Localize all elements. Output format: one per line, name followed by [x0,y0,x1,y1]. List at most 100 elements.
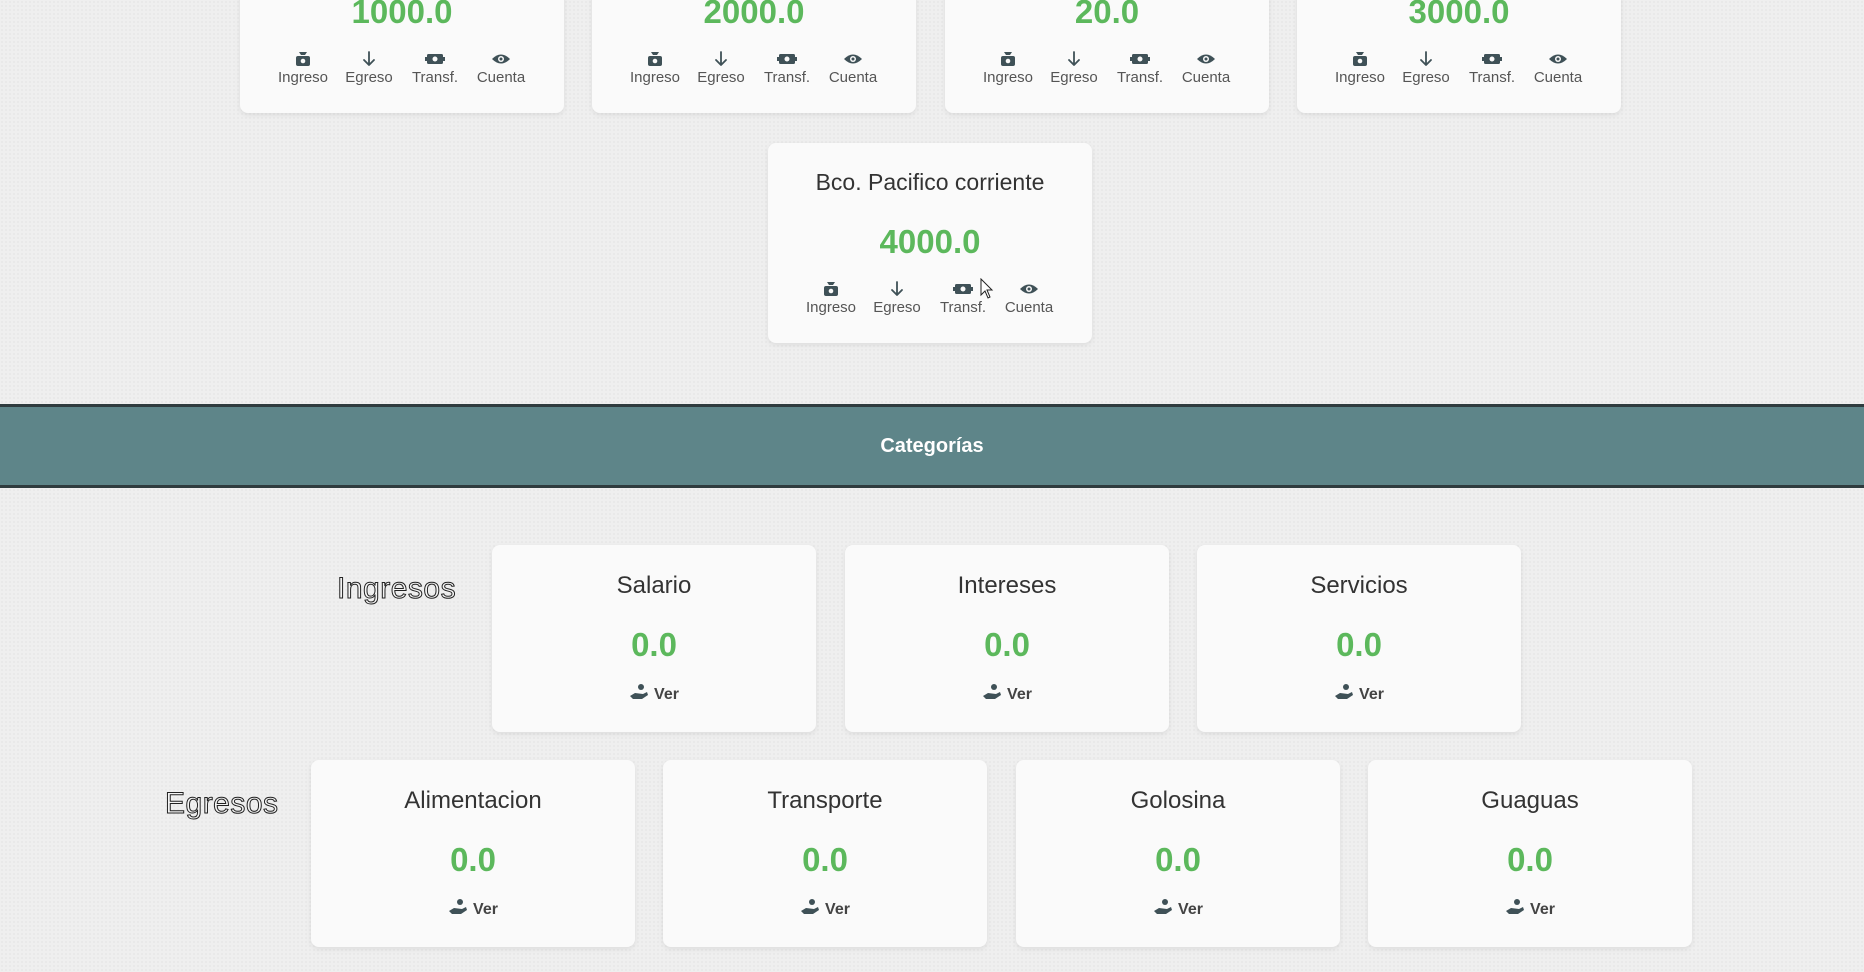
hand-money-icon [1505,898,1525,921]
expense-button[interactable]: Egreso [1044,50,1104,86]
income-button[interactable]: Ingreso [273,50,333,86]
account-actions: Ingreso Egreso Transf. Cuenta [945,50,1269,86]
income-label: Ingreso [629,69,681,86]
mouse-cursor-icon [980,277,994,305]
view-label: Ver [1178,900,1203,918]
money-bag-icon [646,50,664,68]
transfer-label: Transf. [411,69,459,86]
view-account-button[interactable]: Cuenta [471,50,531,86]
eye-icon [491,50,511,68]
arrow-down-icon [361,50,377,68]
transfer-money-icon [953,280,973,298]
category-card: Golosina 0.0 Ver [1016,760,1340,947]
category-name: Intereses [957,572,1057,599]
account-label: Cuenta [1004,299,1054,316]
category-amount: 0.0 [1336,626,1382,663]
transfer-money-icon [425,50,445,68]
transfer-money-icon [1482,50,1502,68]
category-name: Servicios [1310,572,1408,599]
money-bag-icon [1351,50,1369,68]
expense-label: Egreso [1402,69,1450,86]
view-category-button[interactable]: Ver [311,898,635,921]
view-category-button[interactable]: Ver [663,898,987,921]
income-button[interactable]: Ingreso [1330,50,1390,86]
category-card: Servicios 0.0 Ver [1197,545,1521,732]
view-category-button[interactable]: Ver [1368,898,1692,921]
category-amount: 0.0 [450,841,496,878]
view-label: Ver [1530,900,1555,918]
view-label: Ver [825,900,850,918]
transfer-money-icon [1130,50,1150,68]
view-category-button[interactable]: Ver [1016,898,1340,921]
transfer-button[interactable]: Transf. [405,50,465,86]
income-button[interactable]: Ingreso [625,50,685,86]
expense-button[interactable]: Egreso [339,50,399,86]
arrow-down-icon [1066,50,1082,68]
view-account-button[interactable]: Cuenta [823,50,883,86]
view-label: Ver [654,685,679,703]
expense-button[interactable]: Egreso [1396,50,1456,86]
arrow-down-icon [713,50,729,68]
money-bag-icon [999,50,1017,68]
categories-title: Categorías [880,434,984,457]
income-label: Ingreso [1334,69,1386,86]
transfer-button[interactable]: Transf. [757,50,817,86]
transfer-button[interactable]: Transf. [1110,50,1170,86]
income-section-label: Ingresos [336,572,457,606]
arrow-down-icon [1418,50,1434,68]
category-card: Salario 0.0 Ver [492,545,816,732]
income-label: Ingreso [277,69,329,86]
view-label: Ver [1359,685,1384,703]
eye-icon [1548,50,1568,68]
hand-money-icon [800,898,820,921]
account-card: Bco. Pacifico corriente 4000.0 Ingreso E… [768,143,1092,343]
account-balance: 2000.0 [703,0,805,30]
income-label: Ingreso [982,69,1034,86]
expense-button[interactable]: Egreso [691,50,751,86]
category-amount: 0.0 [802,841,848,878]
account-card: 3000.0 Ingreso Egreso Transf. Cuenta [1297,0,1621,113]
account-actions: Ingreso Egreso Transf. Cuenta [592,50,916,86]
account-card: 1000.0 Ingreso Egreso Transf. Cuenta [240,0,564,113]
eye-icon [843,50,863,68]
expense-label: Egreso [345,69,393,86]
view-category-button[interactable]: Ver [492,683,816,706]
arrow-down-icon [889,280,905,298]
transfer-button[interactable]: Transf. [1462,50,1522,86]
hand-money-icon [982,683,1002,706]
category-card: Intereses 0.0 Ver [845,545,1169,732]
transfer-label: Transf. [1468,69,1516,86]
account-balance: 1000.0 [351,0,453,30]
income-button[interactable]: Ingreso [978,50,1038,86]
category-card: Guaguas 0.0 Ver [1368,760,1692,947]
view-label: Ver [473,900,498,918]
category-name: Salario [616,572,692,599]
transfer-label: Transf. [763,69,811,86]
category-amount: 0.0 [984,626,1030,663]
account-card: 20.0 Ingreso Egreso Transf. Cuenta [945,0,1269,113]
account-actions: Ingreso Egreso Transf. Cuenta [768,280,1092,316]
expense-button[interactable]: Egreso [867,280,927,316]
income-button[interactable]: Ingreso [801,280,861,316]
view-category-button[interactable]: Ver [1197,683,1521,706]
view-account-button[interactable]: Cuenta [999,280,1059,316]
hand-money-icon [629,683,649,706]
category-name: Golosina [1130,787,1226,814]
expense-section-label: Egresos [165,787,279,821]
account-label: Cuenta [476,69,526,86]
account-actions: Ingreso Egreso Transf. Cuenta [1297,50,1621,86]
expense-label: Egreso [1050,69,1098,86]
view-category-button[interactable]: Ver [845,683,1169,706]
view-account-button[interactable]: Cuenta [1176,50,1236,86]
view-account-button[interactable]: Cuenta [1528,50,1588,86]
category-name: Transporte [767,787,883,814]
expense-label: Egreso [697,69,745,86]
categories-banner: Categorías [0,404,1864,488]
money-bag-icon [294,50,312,68]
income-label: Ingreso [805,299,857,316]
eye-icon [1196,50,1216,68]
hand-money-icon [1334,683,1354,706]
category-amount: 0.0 [1155,841,1201,878]
account-balance: 4000.0 [879,223,981,260]
account-balance: 20.0 [1074,0,1140,30]
